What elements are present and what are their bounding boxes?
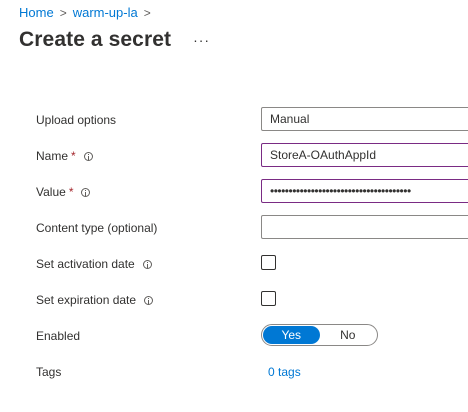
tags-label: Tags	[36, 365, 61, 379]
info-icon[interactable]	[144, 295, 154, 305]
name-label: Name *	[36, 149, 93, 163]
tags-link[interactable]: 0 tags	[268, 365, 301, 379]
upload-options-label: Upload options	[36, 113, 116, 127]
breadcrumb: Home > warm-up-la >	[19, 5, 157, 21]
upload-options-select[interactable]: Manual	[261, 107, 468, 131]
name-row: Name * StoreA-OAuthAppId	[36, 143, 468, 169]
breadcrumb-vault-link[interactable]: warm-up-la	[73, 5, 138, 21]
page-title: Create a secret	[19, 28, 172, 51]
content-type-row: Content type (optional)	[36, 215, 468, 241]
upload-options-label-text: Upload options	[36, 113, 117, 127]
enabled-toggle[interactable]: Yes No	[261, 324, 378, 346]
content-type-label-text: Content type (optional)	[36, 221, 158, 235]
activation-row: Set activation date	[36, 251, 468, 277]
enabled-yes-option[interactable]: Yes	[263, 326, 320, 344]
expiration-label: Set expiration date	[36, 293, 154, 307]
activation-label: Set activation date	[36, 257, 152, 271]
expiration-label-text: Set expiration date	[36, 293, 137, 307]
enabled-label: Enabled	[36, 329, 80, 343]
required-marker: *	[71, 149, 76, 163]
breadcrumb-separator: >	[143, 6, 151, 20]
enabled-no-option[interactable]: No	[320, 326, 377, 344]
name-input[interactable]: StoreA-OAuthAppId	[261, 143, 468, 167]
create-secret-page: Home > warm-up-la > Create a secret ··· …	[0, 0, 468, 412]
activation-date-checkbox[interactable]	[261, 255, 276, 270]
enabled-row: Enabled Yes No	[36, 323, 468, 349]
activation-label-text: Set activation date	[36, 257, 135, 271]
more-options-icon[interactable]: ···	[193, 32, 210, 48]
upload-options-row: Upload options Manual	[36, 107, 468, 133]
content-type-input[interactable]	[261, 215, 468, 239]
info-icon[interactable]	[81, 187, 91, 197]
tags-label-text: Tags	[36, 365, 62, 379]
value-label: Value *	[36, 185, 91, 199]
content-type-label: Content type (optional)	[36, 221, 157, 235]
expiration-row: Set expiration date	[36, 287, 468, 313]
expiration-date-checkbox[interactable]	[261, 291, 276, 306]
value-row: Value * ••••••••••••••••••••••••••••••••…	[36, 179, 468, 205]
breadcrumb-separator: >	[59, 6, 67, 20]
value-label-text: Value	[36, 185, 66, 199]
enabled-label-text: Enabled	[36, 329, 81, 343]
title-row: Create a secret ···	[19, 28, 210, 52]
info-icon[interactable]	[83, 151, 93, 161]
tags-row: Tags 0 tags	[36, 359, 468, 385]
name-label-text: Name	[36, 149, 69, 163]
value-input[interactable]: ••••••••••••••••••••••••••••••••••••••	[261, 179, 468, 203]
info-icon[interactable]	[142, 259, 152, 269]
breadcrumb-home-link[interactable]: Home	[19, 5, 54, 21]
required-marker: *	[68, 185, 74, 199]
